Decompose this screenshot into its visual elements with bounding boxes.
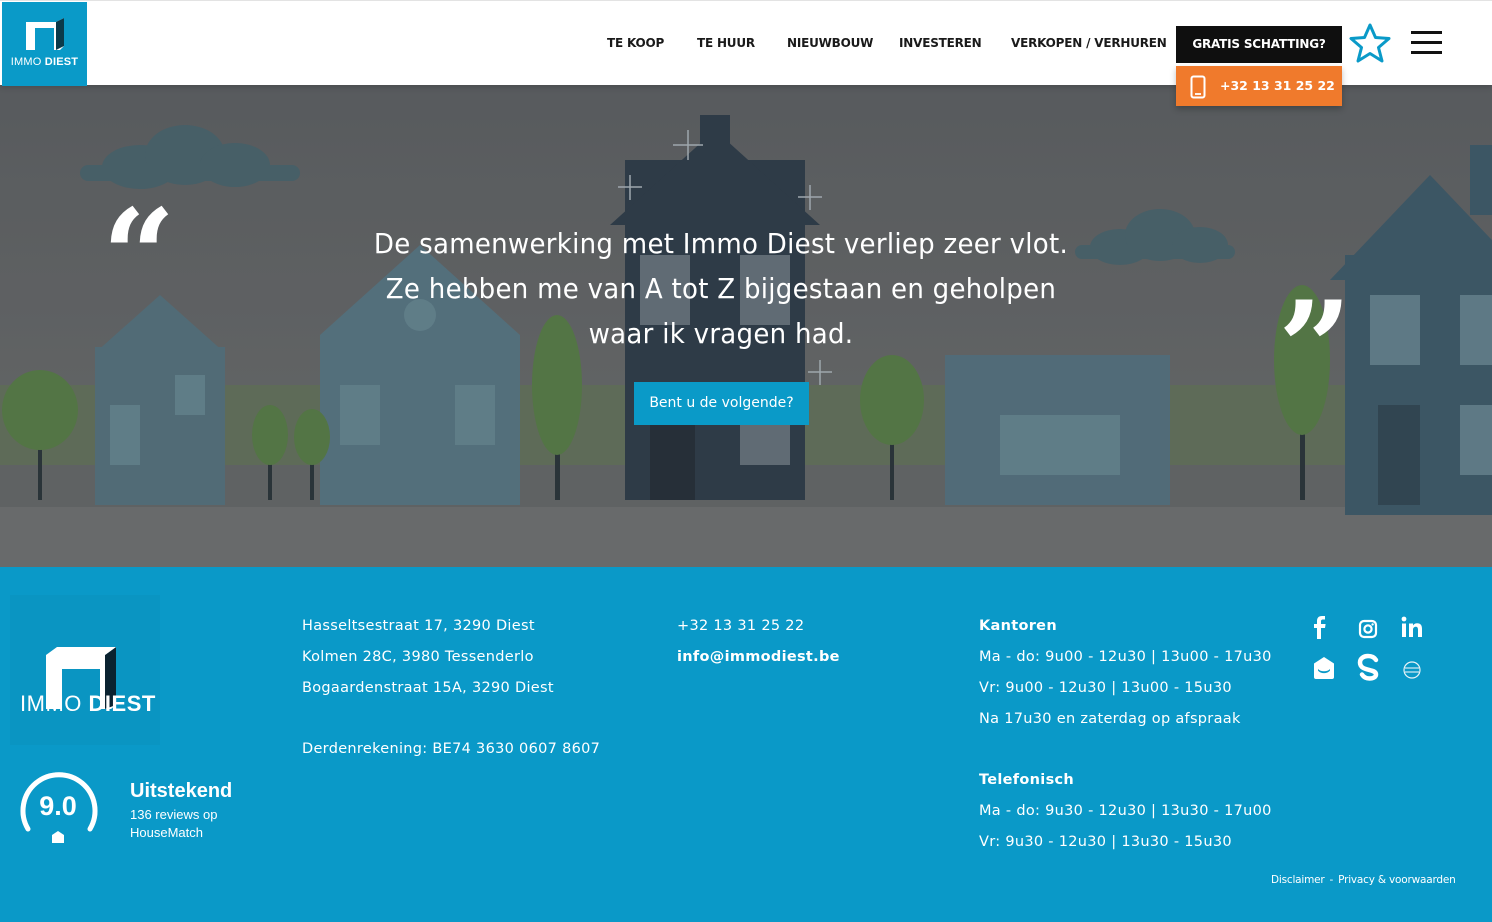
hours-line: Ma - do: 9u30 - 12u30 | 13u30 - 17u00: [979, 803, 1272, 819]
testimonial-line: Ze hebben me van A tot Z bijgestaan en g…: [385, 272, 1057, 305]
footer-logo-mark-icon[interactable]: [10, 595, 160, 745]
hours-line: Vr: 9u30 - 12u30 | 13u30 - 15u30: [979, 834, 1232, 850]
phone-hours-title: Telefonisch: [979, 772, 1075, 788]
legal-separator: -: [1329, 874, 1334, 886]
rating-title[interactable]: Uitstekend: [130, 780, 232, 803]
rating-subtitle: 136 reviews op HouseMatch: [130, 806, 217, 842]
hours-line: Ma - do: 9u00 - 12u30 | 13u00 - 17u30: [979, 649, 1272, 665]
header-logo[interactable]: IMMO DIEST: [2, 2, 87, 86]
addresses-column: Hasseltsestraat 17, 3290 Diest Kolmen 28…: [302, 611, 600, 765]
mobile-phone-icon: [1190, 75, 1206, 99]
address-line: Hasseltsestraat 17, 3290 Diest: [302, 618, 535, 634]
phone-button[interactable]: +32 13 31 25 22: [1176, 66, 1342, 106]
nav-investeren[interactable]: INVESTEREN: [899, 36, 982, 50]
nav-te-huur[interactable]: TE HUUR: [697, 36, 755, 50]
contact-column: +32 13 31 25 22 info@immodiest.be: [677, 611, 840, 673]
instagram-icon[interactable]: [1358, 619, 1378, 639]
nav-verkopen-verhuren[interactable]: VERKOPEN / VERHUREN: [1011, 36, 1167, 50]
opening-hours-column: Kantoren Ma - do: 9u00 - 12u30 | 13u00 -…: [979, 611, 1272, 858]
quote-open-mark: “: [102, 182, 176, 332]
testimonial-line: waar ik vragen had.: [588, 317, 854, 350]
nav-nieuwbouw[interactable]: NIEUWBOUW: [787, 36, 873, 50]
nav-te-koop[interactable]: TE KOOP: [607, 36, 664, 50]
offices-title: Kantoren: [979, 618, 1057, 634]
quote-close-mark: ”: [1278, 274, 1352, 424]
globe-icon[interactable]: [1402, 660, 1422, 680]
s-brand-icon[interactable]: [1356, 653, 1380, 683]
star-icon[interactable]: [1349, 23, 1391, 63]
housematch-icon[interactable]: [1312, 656, 1336, 680]
hours-line: Na 17u30 en zaterdag op afspraak: [979, 711, 1241, 727]
rating-review-count: 136 reviews op: [130, 807, 218, 822]
linkedin-icon[interactable]: [1401, 616, 1423, 638]
rating-score: 9.0: [39, 791, 77, 821]
legal-links: Disclaimer - Privacy & voorwaarden: [1271, 874, 1456, 886]
testimonial-hero: “ ” De samenwerking met Immo Diest verli…: [0, 85, 1492, 567]
hours-line: Vr: 9u00 - 12u30 | 13u00 - 15u30: [979, 680, 1232, 696]
disclaimer-link[interactable]: Disclaimer: [1271, 874, 1325, 886]
free-estimate-button[interactable]: GRATIS SCHATTING?: [1176, 26, 1342, 63]
facebook-icon[interactable]: [1310, 615, 1330, 639]
privacy-link[interactable]: Privacy & voorwaarden: [1338, 874, 1456, 886]
next-client-button[interactable]: Bent u de volgende?: [634, 382, 809, 425]
testimonial-text: De samenwerking met Immo Diest verliep z…: [348, 221, 1094, 356]
footer-logo-text: IMMO DIEST: [20, 691, 156, 716]
address-line: Kolmen 28C, 3980 Tessenderlo: [302, 649, 534, 665]
footer-phone-link[interactable]: +32 13 31 25 22: [677, 611, 840, 642]
footer-email-link[interactable]: info@immodiest.be: [677, 642, 840, 673]
address-line: Bogaardenstraat 15A, 3290 Diest: [302, 680, 554, 696]
logo-text: IMMO DIEST: [10, 56, 79, 68]
bank-account: Derdenrekening: BE74 3630 0607 8607: [302, 741, 601, 757]
hamburger-menu-icon[interactable]: [1411, 31, 1443, 55]
rating-source: HouseMatch: [130, 825, 203, 840]
logo-mark-icon: [26, 18, 64, 50]
site-footer: IMMO DIEST Hasseltsestraat 17, 3290 Dies…: [0, 567, 1492, 922]
testimonial-line: De samenwerking met Immo Diest verliep z…: [373, 227, 1069, 260]
phone-number: +32 13 31 25 22: [1220, 78, 1335, 93]
